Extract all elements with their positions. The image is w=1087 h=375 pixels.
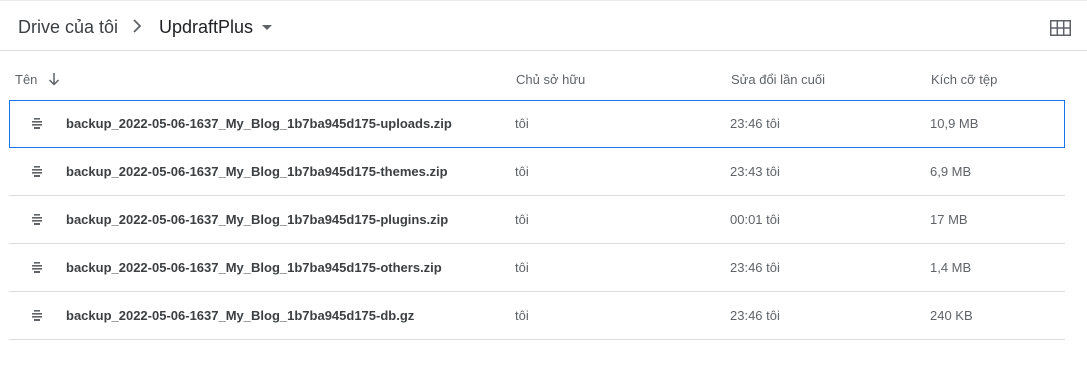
column-header-owner: Chủ sở hữu (516, 72, 586, 87)
file-modified: 23:43 tôi (730, 164, 780, 179)
file-owner: tôi (515, 116, 529, 131)
file-size: 10,9 MB (930, 116, 979, 131)
file-owner: tôi (515, 260, 529, 275)
file-icon (32, 262, 42, 273)
file-row[interactable]: backup_2022-05-06-1637_My_Blog_1b7ba945d… (9, 100, 1065, 148)
file-size: 1,4 MB (930, 260, 972, 275)
file-modified: 00:01 tôi (730, 212, 780, 227)
file-owner: tôi (515, 164, 529, 179)
file-size: 240 KB (930, 308, 973, 323)
file-row[interactable]: backup_2022-05-06-1637_My_Blog_1b7ba945d… (9, 148, 1065, 196)
file-icon (32, 214, 42, 225)
file-icon (32, 118, 42, 129)
chevron-right-icon (133, 19, 142, 33)
folder-menu-caret-icon[interactable] (262, 25, 272, 30)
file-owner: tôi (515, 212, 529, 227)
column-header-name[interactable]: Tên (15, 72, 37, 88)
file-modified: 23:46 tôi (730, 260, 780, 275)
sort-arrow-down-icon[interactable] (48, 72, 60, 86)
file-list: backup_2022-05-06-1637_My_Blog_1b7ba945d… (9, 100, 1065, 340)
file-row[interactable]: backup_2022-05-06-1637_My_Blog_1b7ba945d… (9, 244, 1065, 292)
breadcrumb-current-folder[interactable]: UpdraftPlus (159, 15, 253, 39)
column-header-row: Tên Chủ sở hữu Sửa đổi lần cuối Kích cỡ … (0, 51, 1087, 99)
file-modified: 23:46 tôi (730, 116, 780, 131)
file-modified: 23:46 tôi (730, 308, 780, 323)
top-bar: Drive của tôi UpdraftPlus (0, 0, 1087, 51)
file-name[interactable]: backup_2022-05-06-1637_My_Blog_1b7ba945d… (66, 308, 414, 324)
column-header-modified[interactable]: Sửa đổi lần cuối (731, 72, 825, 88)
file-name[interactable]: backup_2022-05-06-1637_My_Blog_1b7ba945d… (66, 212, 448, 228)
file-name[interactable]: backup_2022-05-06-1637_My_Blog_1b7ba945d… (66, 260, 442, 276)
file-name[interactable]: backup_2022-05-06-1637_My_Blog_1b7ba945d… (66, 116, 452, 132)
file-row[interactable]: backup_2022-05-06-1637_My_Blog_1b7ba945d… (9, 196, 1065, 244)
file-row[interactable]: backup_2022-05-06-1637_My_Blog_1b7ba945d… (9, 292, 1065, 340)
file-name[interactable]: backup_2022-05-06-1637_My_Blog_1b7ba945d… (66, 164, 448, 180)
file-size: 6,9 MB (930, 164, 972, 179)
column-header-size[interactable]: Kích cỡ tệp (931, 72, 997, 88)
file-icon (32, 310, 42, 321)
file-owner: tôi (515, 308, 529, 323)
file-size: 17 MB (930, 212, 968, 227)
breadcrumb-my-drive[interactable]: Drive của tôi (18, 15, 118, 39)
grid-view-icon[interactable] (1050, 20, 1071, 36)
file-icon (32, 166, 42, 177)
